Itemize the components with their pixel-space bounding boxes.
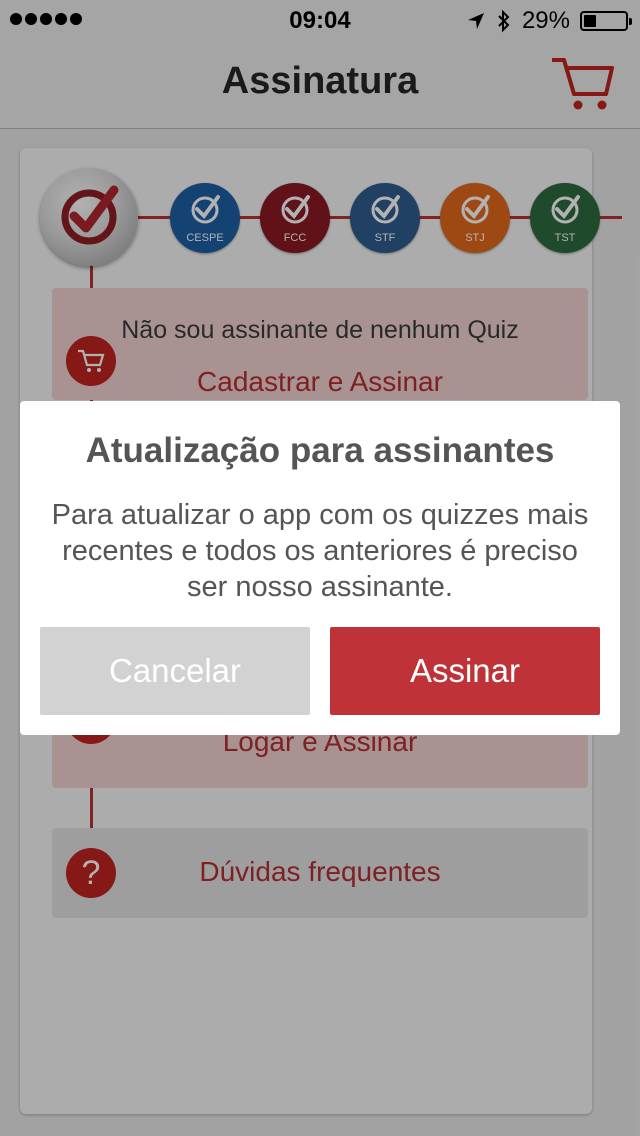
alert-message: Para atualizar o app com os quizzes mais… bbox=[51, 499, 589, 603]
alert-dialog: Atualização para assinantes Para atualiz… bbox=[20, 401, 620, 735]
cancel-button[interactable]: Cancelar bbox=[40, 627, 310, 715]
subscribe-button[interactable]: Assinar bbox=[330, 627, 600, 715]
alert-title: Atualização para assinantes bbox=[85, 431, 555, 470]
